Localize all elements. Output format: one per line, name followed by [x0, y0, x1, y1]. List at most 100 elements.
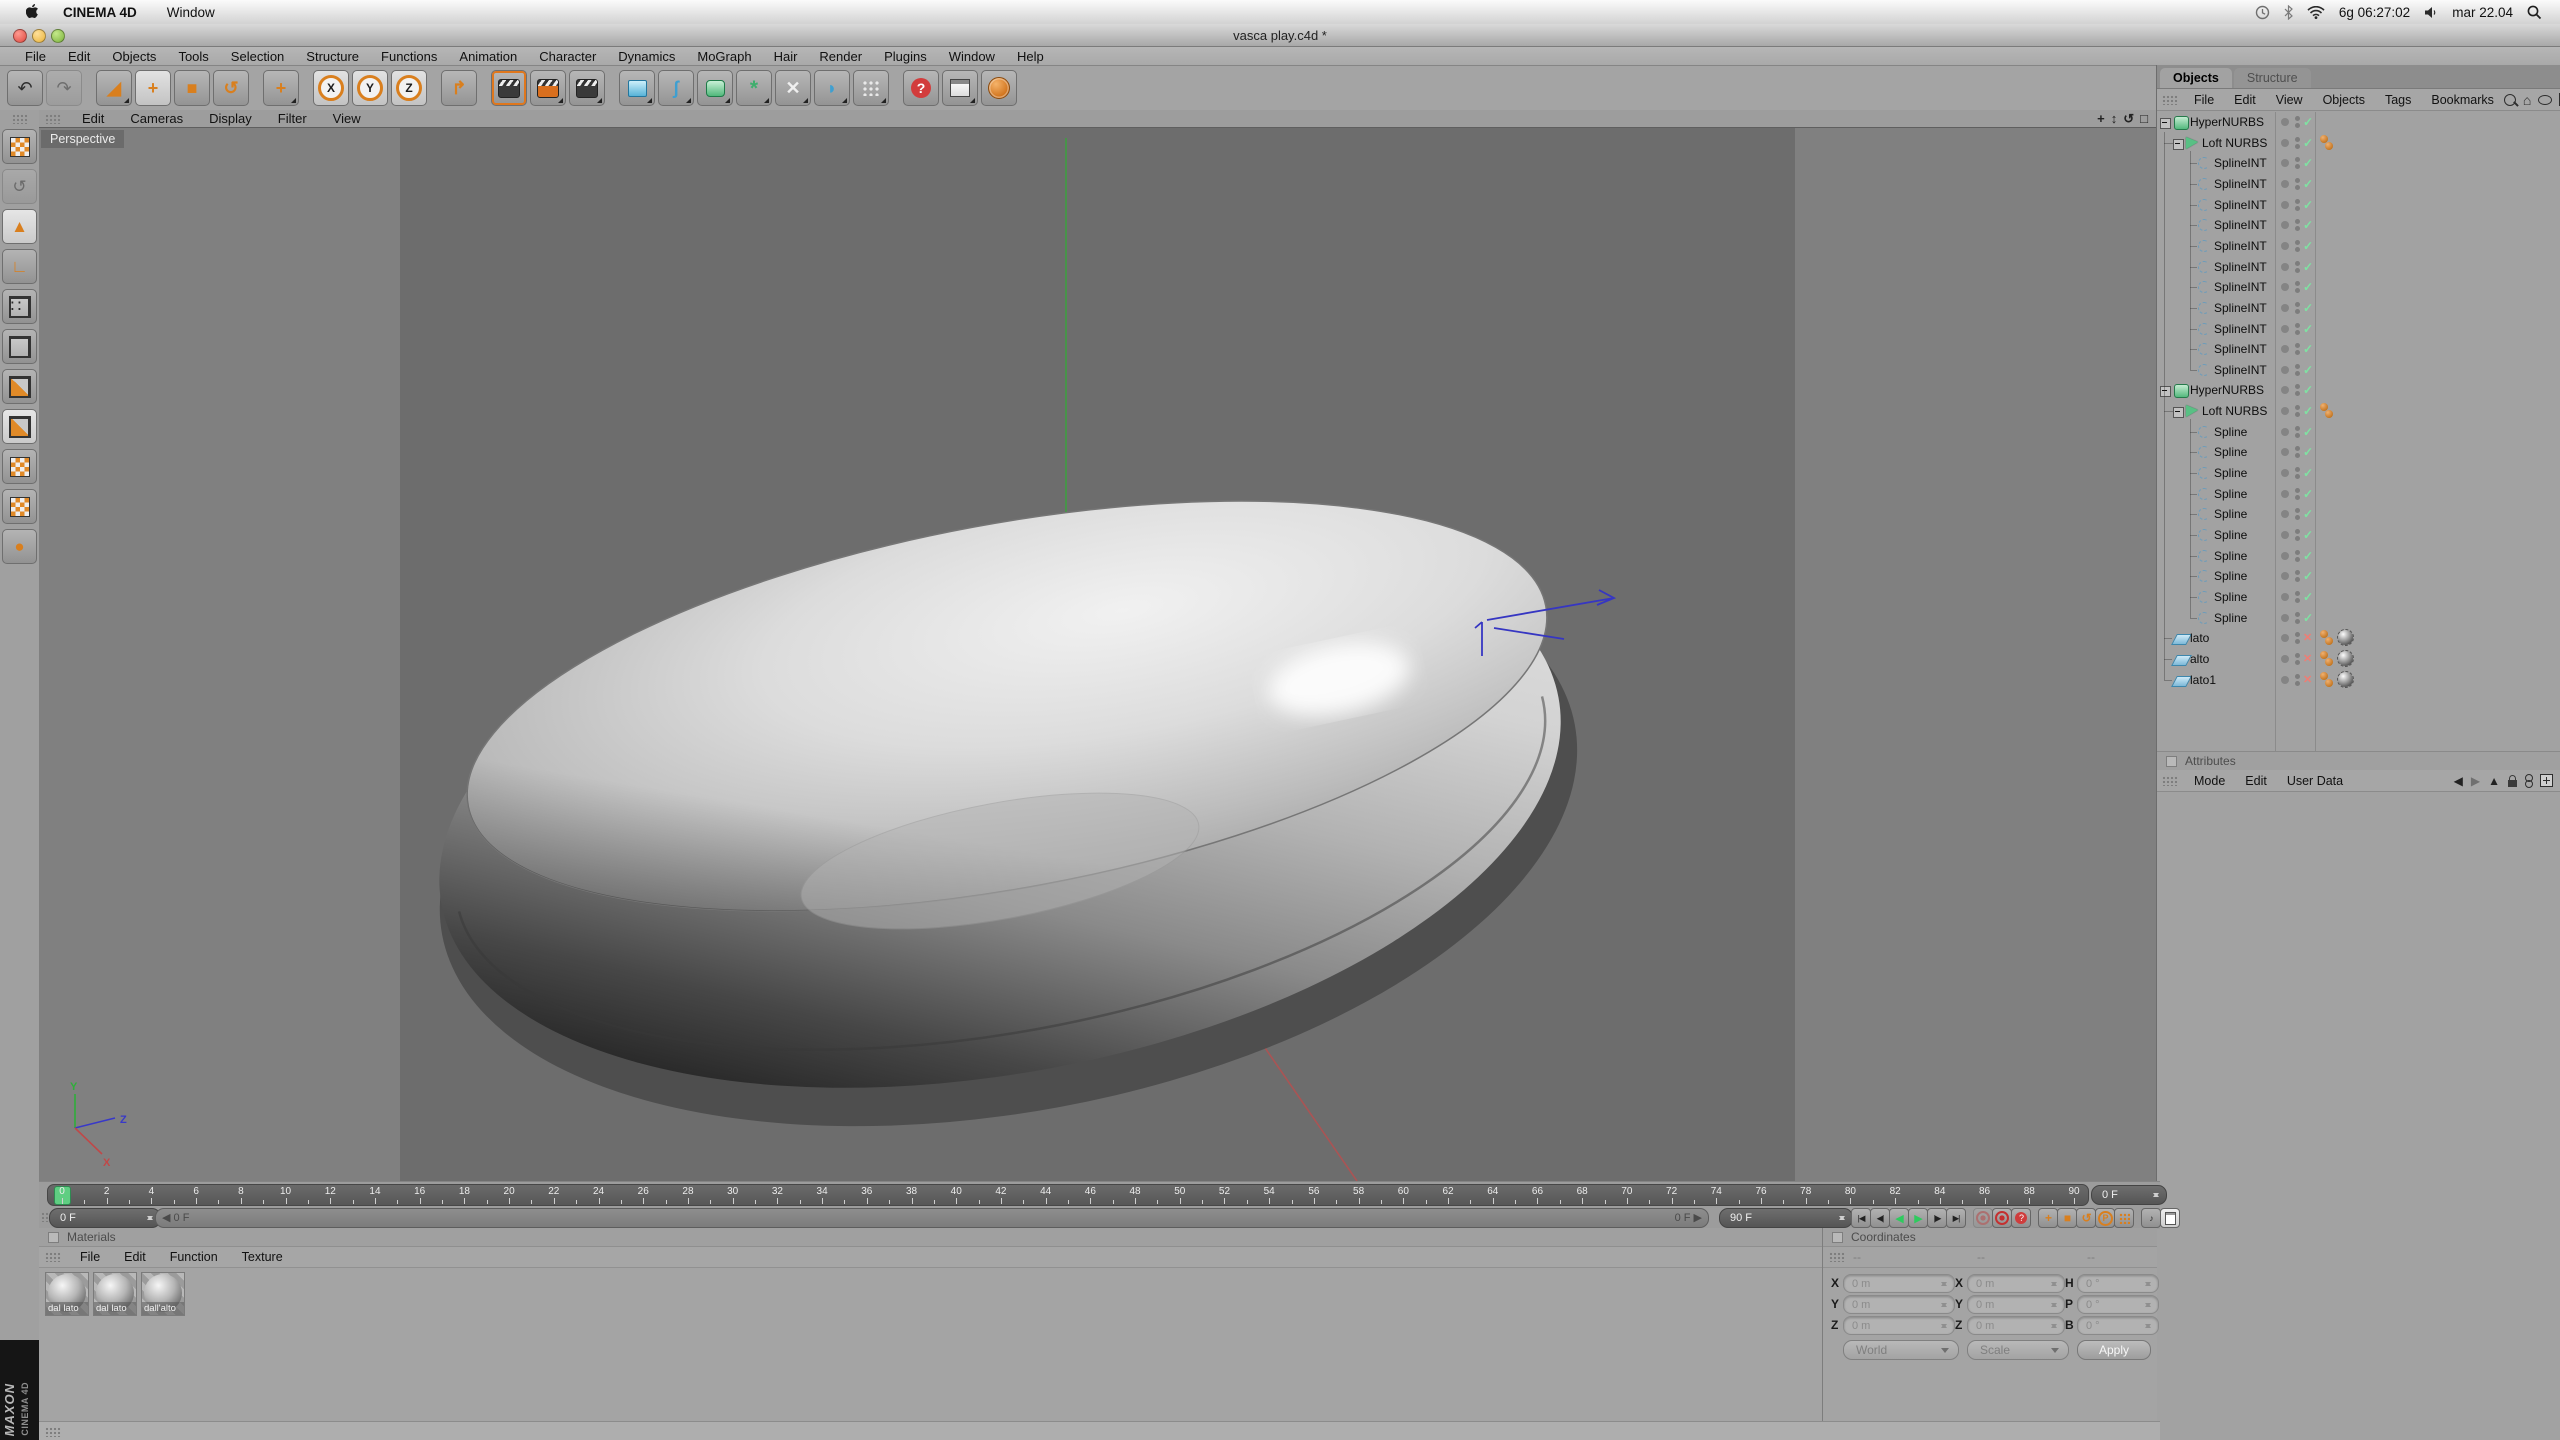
timeline-ruler[interactable]: 0246810121416182022242628303234363840424… — [47, 1184, 2089, 1206]
menu-objects[interactable]: Objects — [101, 49, 167, 64]
phong-tag-icon[interactable] — [2320, 651, 2336, 667]
viewport-menu-grip[interactable] — [45, 114, 61, 124]
goto-start-button[interactable]: |◀ — [1851, 1208, 1871, 1228]
objects-menu-file[interactable]: File — [2184, 93, 2224, 107]
tree-item-label[interactable]: Spline — [2214, 590, 2247, 604]
materials-menu-texture[interactable]: Texture — [230, 1250, 295, 1264]
play-backwards-button[interactable]: ◀ — [1889, 1208, 1909, 1228]
panel-checkbox-icon[interactable] — [2166, 756, 2177, 767]
enabled-check-icon[interactable]: ✓ — [2303, 198, 2313, 212]
bluetooth-icon[interactable] — [2284, 5, 2293, 20]
panel-checkbox-icon[interactable] — [1832, 1232, 1843, 1243]
coordinates-grip[interactable] — [1829, 1252, 1845, 1262]
attributes-grip[interactable] — [2162, 776, 2178, 786]
spinner-arrows-icon[interactable] — [147, 1213, 155, 1223]
layer-dot-icon[interactable] — [2281, 304, 2289, 312]
enabled-check-icon[interactable]: ✓ — [2303, 611, 2313, 625]
enabled-check-icon[interactable]: ✓ — [2303, 136, 2313, 150]
visibility-dots-icon[interactable] — [2295, 653, 2300, 665]
add-spline-button[interactable]: ʃ — [658, 70, 694, 106]
tree-item-label[interactable]: SplineINT — [2214, 342, 2267, 356]
tree-item-label[interactable]: Spline — [2214, 466, 2247, 480]
menu-window[interactable]: Window — [938, 49, 1006, 64]
viewport-menu-cameras[interactable]: Cameras — [117, 111, 196, 126]
objects-menu-tags[interactable]: Tags — [2375, 93, 2421, 107]
spinner-arrows-icon[interactable] — [2051, 1321, 2059, 1331]
collapse-icon[interactable] — [2173, 139, 2184, 150]
layer-dot-icon[interactable] — [2281, 180, 2289, 188]
visibility-dots-icon[interactable] — [2295, 219, 2300, 231]
viewport-canvas[interactable]: Y Z X Perspective — [39, 128, 2156, 1181]
add-primitive-button[interactable] — [619, 70, 655, 106]
up-icon[interactable]: ▲ — [2488, 774, 2500, 788]
visibility-dots-icon[interactable] — [2295, 426, 2300, 438]
collapse-icon[interactable] — [2173, 407, 2184, 418]
layer-dot-icon[interactable] — [2281, 428, 2289, 436]
spotlight-icon[interactable] — [2527, 5, 2542, 20]
tab-objects[interactable]: Objects — [2160, 68, 2232, 88]
collapse-icon[interactable] — [2160, 386, 2171, 397]
object-manager-grip[interactable] — [2162, 95, 2178, 105]
move-button[interactable]: + — [135, 70, 171, 106]
visibility-dots-icon[interactable] — [2295, 467, 2300, 479]
add-nurbs-button[interactable] — [697, 70, 733, 106]
tree-row-splineint[interactable]: SplineINT✓ — [2157, 298, 2560, 318]
redo-button[interactable]: ↷ — [46, 70, 82, 106]
collapse-icon[interactable] — [2160, 118, 2171, 129]
enabled-check-icon[interactable]: ✓ — [2303, 383, 2313, 397]
autokeying-button[interactable] — [1992, 1208, 2012, 1228]
key-position-button[interactable]: + — [2038, 1208, 2058, 1228]
layer-dot-icon[interactable] — [2281, 325, 2289, 333]
tree-item-label[interactable]: HyperNURBS — [2190, 115, 2264, 129]
next-key-button[interactable]: |▶ — [1927, 1208, 1947, 1228]
tree-item-label[interactable]: SplineINT — [2214, 177, 2267, 191]
tree-item-label[interactable]: Spline — [2214, 569, 2247, 583]
coordinate-field-y-1[interactable]: 0 m — [1967, 1295, 2065, 1314]
enabled-check-icon[interactable]: ✓ — [2303, 487, 2313, 501]
tree-item-label[interactable]: Loft NURBS — [2202, 404, 2267, 418]
tree-row-spline[interactable]: Spline✓ — [2157, 504, 2560, 524]
visibility-dots-icon[interactable] — [2295, 405, 2300, 417]
add-modeling-object-button[interactable]: * — [736, 70, 772, 106]
edges-mode-button[interactable] — [2, 329, 37, 364]
tree-item-label[interactable]: SplineINT — [2214, 280, 2267, 294]
viewport-zoom-view-icon[interactable]: ↕ — [2111, 111, 2118, 127]
enabled-check-icon[interactable]: ✓ — [2303, 528, 2313, 542]
tree-row-spline[interactable]: Spline✓ — [2157, 546, 2560, 566]
visibility-dots-icon[interactable] — [2295, 674, 2300, 686]
tree-item-label[interactable]: SplineINT — [2214, 301, 2267, 315]
menu-dynamics[interactable]: Dynamics — [607, 49, 686, 64]
enabled-check-icon[interactable]: ✓ — [2303, 280, 2313, 294]
tree-row-spline[interactable]: Spline✓ — [2157, 484, 2560, 504]
menu-help[interactable]: Help — [1006, 49, 1055, 64]
materials-menu-edit[interactable]: Edit — [112, 1250, 158, 1264]
coordinate-field-x-0[interactable]: 0 m — [1843, 1274, 1955, 1293]
tree-row-splineint[interactable]: SplineINT✓ — [2157, 236, 2560, 256]
tree-row-loft-nurbs[interactable]: Loft NURBS✓ — [2157, 401, 2560, 421]
spinner-arrows-icon[interactable] — [1839, 1213, 1847, 1223]
tree-row-spline[interactable]: Spline✓ — [2157, 463, 2560, 483]
menu-file[interactable]: File — [14, 49, 57, 64]
coordinates-world-dropdown[interactable]: World — [1843, 1340, 1959, 1360]
tree-item-label[interactable]: alto — [2190, 652, 2209, 666]
enabled-check-icon[interactable]: ✓ — [2303, 445, 2313, 459]
online-help-button[interactable] — [981, 70, 1017, 106]
visibility-dots-icon[interactable] — [2295, 157, 2300, 169]
tree-row-spline[interactable]: Spline✓ — [2157, 608, 2560, 628]
spinner-arrows-icon[interactable] — [1941, 1300, 1949, 1310]
spinner-arrows-icon[interactable] — [2145, 1279, 2153, 1289]
visibility-dots-icon[interactable] — [2295, 529, 2300, 541]
tree-item-label[interactable]: SplineINT — [2214, 322, 2267, 336]
add-particles-button[interactable] — [853, 70, 889, 106]
object-tool-button[interactable]: ● — [2, 529, 37, 564]
home-icon[interactable]: ⌂ — [2523, 92, 2531, 108]
layer-dot-icon[interactable] — [2281, 552, 2289, 560]
material-tag-icon[interactable] — [2338, 651, 2353, 666]
search-icon[interactable] — [2504, 94, 2516, 106]
coordinate-field-b-2[interactable]: 0 ° — [2077, 1316, 2159, 1335]
layer-dot-icon[interactable] — [2281, 118, 2289, 126]
visibility-dots-icon[interactable] — [2295, 632, 2300, 644]
layer-dot-icon[interactable] — [2281, 676, 2289, 684]
tree-item-label[interactable]: Spline — [2214, 549, 2247, 563]
rotate-button[interactable]: ↺ — [213, 70, 249, 106]
